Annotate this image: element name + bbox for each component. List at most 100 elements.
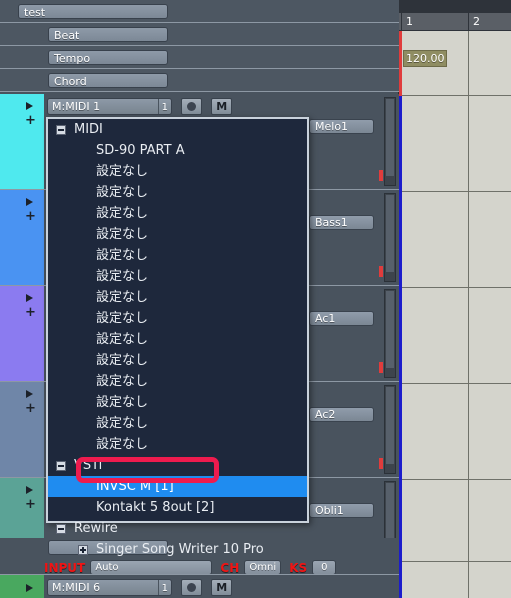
track-color-strip[interactable]: [0, 94, 44, 189]
track-channel-label: 1: [157, 99, 168, 114]
input-value-field[interactable]: Auto: [90, 560, 213, 575]
menu-item-label: 設定なし: [96, 437, 149, 452]
clip-block[interactable]: Bass1: [309, 215, 374, 230]
menu-item-none[interactable]: 設定なし: [48, 266, 307, 287]
add-lane-icon[interactable]: +: [25, 114, 36, 127]
menu-item-none[interactable]: 設定なし: [48, 434, 307, 455]
menu-item-none[interactable]: 設定なし: [48, 329, 307, 350]
expand-arrow-icon[interactable]: [26, 390, 33, 398]
expand-arrow-icon[interactable]: [26, 584, 33, 592]
expand-arrow-icon[interactable]: [26, 486, 33, 494]
menu-item-label: 設定なし: [96, 353, 149, 368]
track-name-field[interactable]: M:MIDI 6 1: [47, 579, 172, 596]
menu-item-label: 設定なし: [96, 248, 149, 263]
clip-block[interactable]: Ac2: [309, 407, 374, 422]
menu-item-none[interactable]: 設定なし: [48, 182, 307, 203]
ch-value-field[interactable]: Omni: [244, 560, 282, 575]
menu-group-midi[interactable]: MIDI: [48, 119, 307, 140]
record-arm-button[interactable]: [181, 579, 203, 596]
menu-item-label: SD-90 PART A: [96, 143, 185, 158]
record-arm-button[interactable]: [181, 98, 203, 115]
add-lane-icon[interactable]: +: [25, 306, 36, 319]
expand-arrow-icon[interactable]: [26, 198, 33, 206]
track-scrollbar[interactable]: [384, 97, 396, 186]
add-lane-icon[interactable]: +: [25, 498, 36, 511]
track-scrollbar[interactable]: [384, 193, 396, 282]
menu-item-kontakt[interactable]: Kontakt 5 8out [2]: [48, 497, 307, 518]
menu-item-none[interactable]: 設定なし: [48, 224, 307, 245]
menu-item-label: 設定なし: [96, 311, 149, 326]
collapse-minus-icon[interactable]: [56, 125, 66, 135]
clip-block[interactable]: Ac1: [309, 311, 374, 326]
ch-label: CH: [220, 561, 240, 575]
expand-plus-icon[interactable]: [78, 545, 88, 555]
beat-track-field[interactable]: Beat: [48, 27, 168, 42]
menu-group-label: Rewire: [74, 521, 118, 536]
menu-item-none[interactable]: 設定なし: [48, 392, 307, 413]
header-row-chord[interactable]: Chord: [0, 69, 399, 92]
expand-arrow-icon[interactable]: [26, 102, 33, 110]
track-channel-label: 1: [157, 580, 168, 595]
menu-item-none[interactable]: 設定なし: [48, 308, 307, 329]
clip-block[interactable]: Melo1: [309, 119, 374, 134]
track-edge-marker: [379, 458, 383, 469]
track-header: M:MIDI 6 1 M S: [47, 579, 247, 596]
menu-item-none[interactable]: 設定なし: [48, 203, 307, 224]
clip-block[interactable]: Obli1: [309, 503, 374, 518]
tempo-event-block[interactable]: 120.00: [403, 50, 447, 67]
timeline-grid[interactable]: [399, 31, 511, 598]
track-name-label: M:MIDI 1: [52, 100, 101, 113]
track-scrollbar[interactable]: [384, 385, 396, 474]
menu-item-none[interactable]: 設定なし: [48, 350, 307, 371]
track-header: M:MIDI 1 1 M S: [47, 98, 247, 134]
input-label: INPUT: [44, 561, 86, 575]
header-row-beat[interactable]: Beat: [0, 23, 399, 46]
track-color-strip[interactable]: [0, 575, 44, 598]
menu-item-sd90[interactable]: SD-90 PART A: [48, 140, 307, 161]
menu-item-none[interactable]: 設定なし: [48, 245, 307, 266]
add-lane-icon[interactable]: +: [25, 402, 36, 415]
menu-item-label: 設定なし: [96, 269, 149, 284]
menu-item-label: 設定なし: [96, 227, 149, 242]
table-row[interactable]: M:MIDI 6 1 M S: [0, 574, 399, 598]
annotation-highlight-box: [76, 457, 219, 483]
menu-item-label: Singer Song Writer 10 Pro: [96, 542, 264, 557]
track-scrollbar[interactable]: [384, 289, 396, 378]
ks-value-field[interactable]: 0: [312, 560, 337, 575]
menu-item-none[interactable]: 設定なし: [48, 161, 307, 182]
menu-item-label: 設定なし: [96, 206, 149, 221]
mute-button[interactable]: M: [211, 579, 233, 596]
menu-item-none[interactable]: 設定なし: [48, 287, 307, 308]
tempo-track-field[interactable]: Tempo: [48, 50, 168, 65]
daw-window: test Beat Tempo Chord + M:MIDI 1 1 M Mel…: [0, 0, 511, 598]
track-color-strip[interactable]: [0, 382, 44, 477]
add-lane-icon[interactable]: +: [25, 210, 36, 223]
collapse-minus-icon[interactable]: [56, 461, 66, 471]
menu-item-none[interactable]: 設定なし: [48, 371, 307, 392]
track-color-strip[interactable]: [0, 190, 44, 285]
menu-item-none[interactable]: 設定なし: [48, 413, 307, 434]
menu-item-label: 設定なし: [96, 185, 149, 200]
timeline-panel: 1 2 120.00: [399, 0, 511, 598]
collapse-minus-icon[interactable]: [56, 524, 66, 534]
expand-arrow-icon[interactable]: [26, 294, 33, 302]
menu-item-label: 設定なし: [96, 332, 149, 347]
playhead-line[interactable]: [399, 31, 402, 598]
song-name-field[interactable]: test: [18, 4, 168, 19]
menu-item-label: 設定なし: [96, 395, 149, 410]
menu-item-ssw10pro[interactable]: Singer Song Writer 10 Pro: [48, 539, 307, 560]
menu-group-rewire[interactable]: Rewire: [48, 518, 307, 539]
header-row-song[interactable]: test: [0, 0, 399, 23]
menu-item-label: 設定なし: [96, 374, 149, 389]
track-name-field[interactable]: M:MIDI 1 1: [47, 98, 172, 115]
header-row-tempo[interactable]: Tempo: [0, 46, 399, 69]
ruler-top-bar[interactable]: [399, 0, 511, 13]
track-body: M:MIDI 6 1 M S: [44, 575, 399, 598]
mute-button[interactable]: M: [211, 98, 233, 115]
track-name-label: M:MIDI 6: [52, 581, 101, 594]
chord-track-field[interactable]: Chord: [48, 73, 168, 88]
bar-ruler[interactable]: 1 2: [399, 13, 511, 31]
menu-group-label: MIDI: [74, 122, 103, 137]
track-color-strip[interactable]: [0, 286, 44, 381]
menu-item-label: 設定なし: [96, 290, 149, 305]
